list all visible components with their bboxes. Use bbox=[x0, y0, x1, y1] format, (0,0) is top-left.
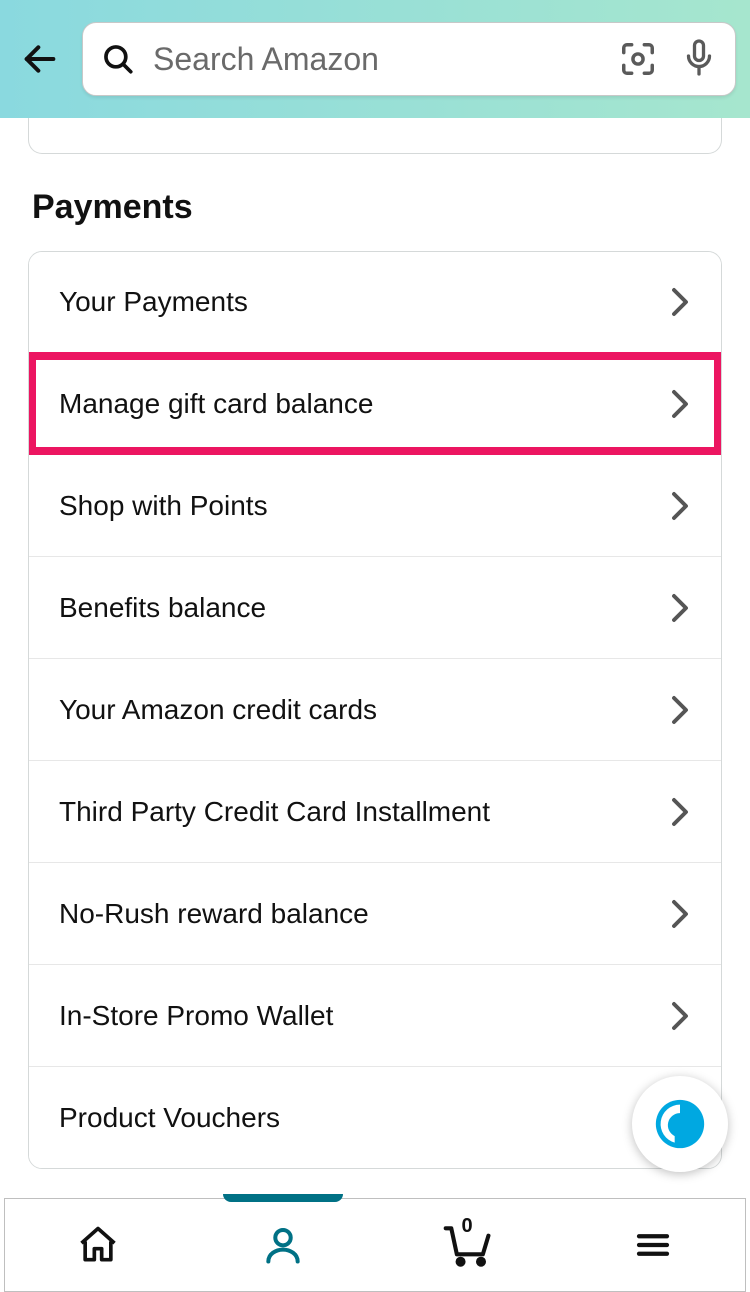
payments-row[interactable]: Shop with Points bbox=[29, 454, 721, 556]
payments-card: Your Payments Manage gift card balance Sho… bbox=[28, 251, 722, 1169]
alexa-icon bbox=[651, 1095, 709, 1153]
search-bar[interactable]: Search Amazon bbox=[82, 22, 736, 96]
previous-card-edge bbox=[28, 118, 722, 154]
chevron-right-icon bbox=[669, 287, 691, 317]
section-title-payments: Payments bbox=[32, 188, 722, 227]
home-icon bbox=[76, 1223, 120, 1267]
row-label: Benefits balance bbox=[59, 592, 669, 624]
chevron-right-icon bbox=[669, 389, 691, 419]
payments-row[interactable]: Third Party Credit Card Installment bbox=[29, 760, 721, 862]
chevron-right-icon bbox=[669, 1001, 691, 1031]
microphone-icon[interactable] bbox=[681, 38, 717, 80]
payments-row[interactable]: Benefits balance bbox=[29, 556, 721, 658]
payments-row[interactable]: Your Amazon credit cards bbox=[29, 658, 721, 760]
search-icon bbox=[101, 42, 135, 76]
back-button[interactable] bbox=[14, 33, 66, 85]
cart-count-badge: 0 bbox=[462, 1215, 473, 1238]
nav-active-indicator bbox=[223, 1194, 343, 1202]
chevron-right-icon bbox=[669, 797, 691, 827]
nav-home[interactable] bbox=[5, 1199, 190, 1291]
payments-row[interactable]: Product Vouchers bbox=[29, 1066, 721, 1168]
user-icon bbox=[261, 1223, 305, 1267]
nav-account[interactable] bbox=[190, 1199, 375, 1291]
payments-row[interactable]: No-Rush reward balance bbox=[29, 862, 721, 964]
assistant-fab[interactable] bbox=[632, 1076, 728, 1172]
chevron-right-icon bbox=[669, 491, 691, 521]
chevron-right-icon bbox=[669, 695, 691, 725]
row-label: Your Amazon credit cards bbox=[59, 694, 669, 726]
nav-cart[interactable]: 0 bbox=[375, 1199, 560, 1291]
row-label: No-Rush reward balance bbox=[59, 898, 669, 930]
row-label: Third Party Credit Card Installment bbox=[59, 796, 669, 828]
payments-row[interactable]: Your Payments bbox=[29, 252, 721, 352]
row-label: Product Vouchers bbox=[59, 1102, 669, 1134]
row-label: In-Store Promo Wallet bbox=[59, 1000, 669, 1032]
bottom-nav: 0 bbox=[4, 1198, 746, 1292]
row-label: Shop with Points bbox=[59, 490, 669, 522]
search-placeholder: Search Amazon bbox=[153, 41, 601, 78]
hamburger-icon bbox=[632, 1224, 674, 1266]
row-label: Your Payments bbox=[59, 286, 669, 318]
row-label: Manage gift card balance bbox=[59, 388, 669, 420]
chevron-right-icon bbox=[669, 593, 691, 623]
camera-scan-icon[interactable] bbox=[619, 40, 657, 78]
arrow-left-icon bbox=[20, 39, 60, 79]
page-content: Payments Your Payments Manage gift card b… bbox=[0, 118, 750, 1169]
payments-row[interactable]: Manage gift card balance bbox=[29, 352, 721, 454]
payments-row[interactable]: In-Store Promo Wallet bbox=[29, 964, 721, 1066]
chevron-right-icon bbox=[669, 899, 691, 929]
app-header: Search Amazon bbox=[0, 0, 750, 118]
nav-menu[interactable] bbox=[560, 1199, 745, 1291]
